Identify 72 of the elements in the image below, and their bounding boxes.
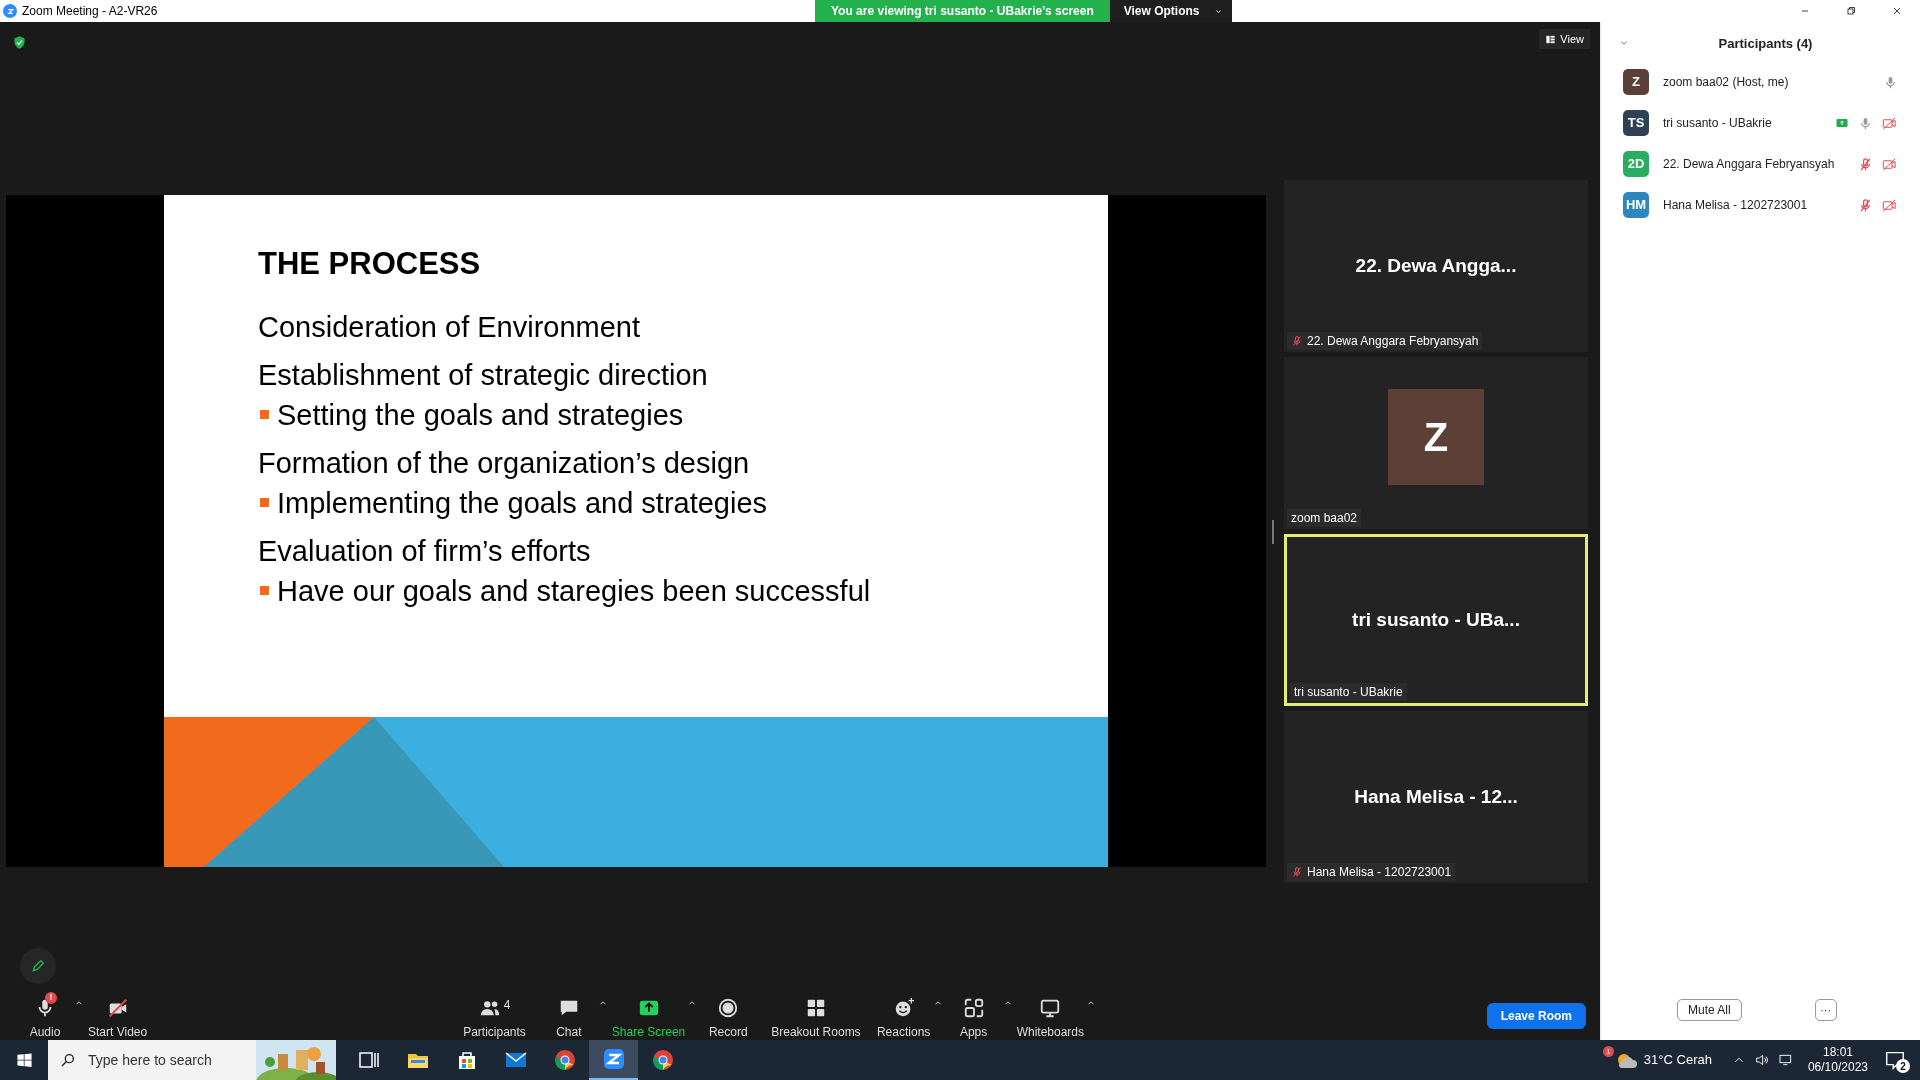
search-field[interactable]: Type here to search (88, 1040, 256, 1080)
participant-name: tri susanto - UBakrie (1663, 115, 1772, 132)
participant-name: zoom baa02 (Host, me) (1663, 74, 1789, 91)
name-label-text: 22. Dewa Anggara Febryansyah (1307, 333, 1479, 350)
participant-row[interactable]: Z zoom baa02 (Host, me) (1601, 69, 1920, 95)
slide-heading: Formation of the organization’s design (258, 445, 751, 480)
resize-handle[interactable] (1272, 520, 1274, 544)
more-button[interactable]: ··· (1814, 999, 1837, 1021)
bullet-icon (260, 586, 269, 595)
apps-icon (962, 997, 985, 1019)
participant-avatar: TS (1623, 110, 1649, 136)
browser-icon (552, 1048, 577, 1072)
shield-icon[interactable] (12, 34, 27, 50)
record-icon (717, 997, 740, 1019)
participant-avatar: 2D (1623, 151, 1649, 177)
toolbar-button[interactable]: 4 Participants (455, 996, 534, 1041)
speaker-icon[interactable] (1753, 1052, 1770, 1068)
notification-count: 2 (1896, 1059, 1910, 1073)
clock-time[interactable]: 18:01 (1822, 1045, 1853, 1060)
participant-avatar: HM (1623, 192, 1649, 218)
participant-row[interactable]: HM Hana Melisa - 1202723001 (1601, 192, 1920, 218)
slide-heading: Evaluation of firm’s efforts (258, 533, 592, 568)
sharing-banner: You are viewing tri susanto - UBakrie's screen (815, 0, 1110, 22)
participant-row[interactable]: TS tri susanto - UBakrie (1601, 110, 1920, 136)
weather-text[interactable]: 31°C Cerah (1643, 1050, 1712, 1070)
name-label-text: zoom baa02 (1291, 510, 1358, 527)
slide-heading: Consideration of Environment (258, 309, 642, 344)
participant-name: Hana Melisa - 1202723001 (1663, 197, 1808, 214)
slide-title: THE PROCESS (258, 245, 482, 283)
clock-date[interactable]: 06/10/2023 (1807, 1060, 1868, 1075)
toolbar-button[interactable]: Apps (938, 996, 1009, 1041)
name-label-text: Hana Melisa - 1202723001 (1307, 864, 1452, 881)
video-off-icon (106, 997, 129, 1019)
panel-title: Participants (4) (1717, 35, 1813, 54)
annotate-button[interactable] (20, 948, 56, 984)
network-icon[interactable] (1777, 1052, 1794, 1068)
weather-badge: 1 (1602, 1046, 1614, 1057)
notification-icon[interactable] (1884, 1049, 1906, 1071)
windows-logo-icon (15, 1051, 33, 1069)
participant-count: 4 (503, 997, 511, 1014)
participant-name: 22. Dewa Anggara Febryansyah (1663, 156, 1835, 173)
layout-icon (1545, 33, 1557, 45)
browser-icon (650, 1048, 675, 1072)
view-options-button[interactable]: View Options (1109, 0, 1232, 22)
participant-row[interactable]: 2D 22. Dewa Anggara Febryansyah (1601, 151, 1920, 177)
mute-all-button[interactable]: Mute All (1677, 999, 1742, 1021)
zoom-app-icon (601, 1047, 626, 1071)
name-label-text: tri susanto - UBakrie (1294, 684, 1403, 701)
toolbar-button[interactable]: Chat (533, 996, 604, 1041)
toolbar-button[interactable]: Whiteboards (1008, 996, 1092, 1041)
toolbar-button[interactable]: Breakout Rooms (763, 996, 869, 1041)
whiteboard-icon (1039, 997, 1062, 1019)
window-title: Zoom Meeting - A2-VR26 (22, 3, 158, 20)
pencil-icon (30, 958, 46, 974)
participant-avatar: Z (1623, 69, 1649, 95)
avatar: Z (1388, 389, 1484, 485)
alert-badge: ! (45, 992, 57, 1004)
taskbar-app-button[interactable] (589, 1040, 638, 1080)
slide-bullet-text: Setting the goals and strategies (277, 397, 684, 432)
slide-bullet-text: Implementing the goals and strategies (277, 485, 768, 520)
bullet-icon (260, 410, 269, 419)
participant-display-name: Hana Melisa - 12... (1354, 784, 1518, 809)
view-button[interactable]: View (1539, 29, 1590, 49)
leave-room-button[interactable]: Leave Room (1486, 1003, 1586, 1029)
participant-display-name: 22. Dewa Angga... (1355, 253, 1517, 278)
slide-bullet-text: Have our goals and staregies been successful (277, 573, 871, 608)
bullet-icon (260, 498, 269, 507)
participant-display-name: tri susanto - UBa... (1352, 607, 1520, 632)
close-icon[interactable] (1891, 5, 1903, 17)
toolbar-button[interactable]: Record (693, 996, 764, 1041)
slide-heading: Establishment of strategic direction (258, 357, 709, 392)
restore-icon[interactable] (1845, 5, 1857, 17)
